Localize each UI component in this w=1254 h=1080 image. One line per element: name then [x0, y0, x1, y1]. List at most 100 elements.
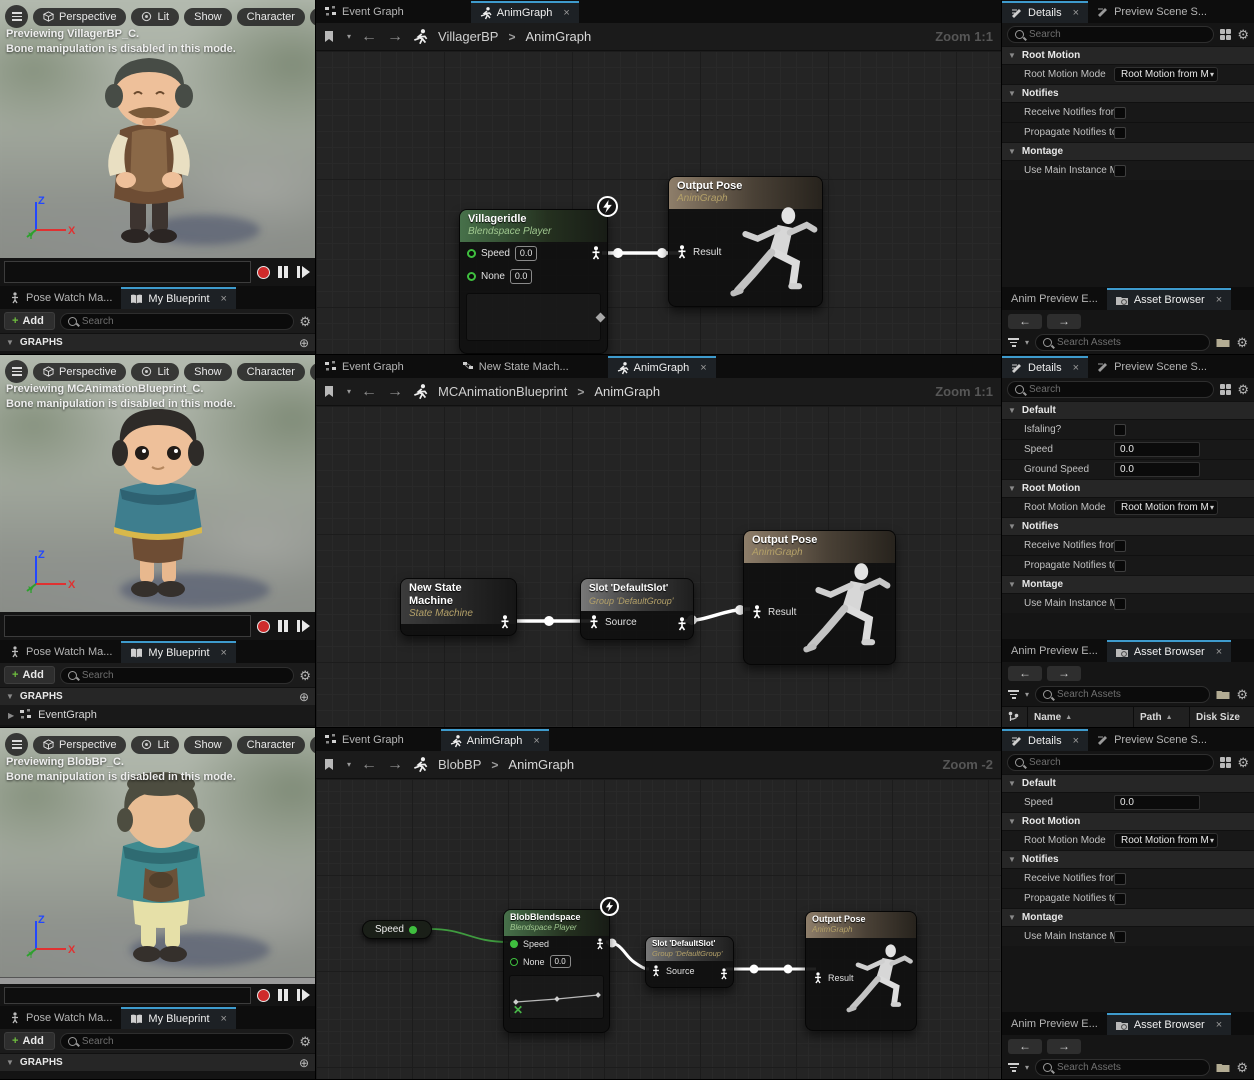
show-button[interactable]: Show [184, 736, 232, 754]
expand-icon[interactable]: ▶ [8, 711, 14, 720]
output-pose-node[interactable]: Output Pose AnimGraph Result [805, 911, 917, 1031]
tab-asset-browser[interactable]: Asset Browser × [1107, 288, 1231, 310]
blendspace-node[interactable]: Villageridle Blendspace Player Speed 0.0… [459, 209, 608, 354]
pin-none[interactable]: None 0.0 [460, 265, 607, 288]
blendspace-preview[interactable]: ✕ [509, 975, 604, 1019]
breadcrumb-root[interactable]: BlobBP [438, 757, 481, 772]
viewport-mc[interactable]: Perspective Lit Show Character LOD Auto … [0, 355, 315, 612]
tab-preview-scene[interactable]: Preview Scene S... [1088, 729, 1216, 751]
asset-search[interactable] [1035, 1059, 1210, 1076]
history-forward-button[interactable]: → [1047, 314, 1081, 329]
speed-variable-node[interactable]: Speed [362, 920, 432, 939]
timeline-track[interactable] [4, 261, 251, 283]
asset-search[interactable] [1035, 334, 1210, 351]
details-search[interactable] [1007, 754, 1214, 771]
use-main-instance-checkbox[interactable] [1114, 598, 1126, 610]
close-icon[interactable]: × [1216, 294, 1222, 306]
pose-input-pin-icon[interactable] [751, 605, 763, 619]
add-graph-icon[interactable]: ⊕ [299, 690, 309, 704]
tab-event-graph[interactable]: Event Graph [316, 729, 413, 751]
blueprint-search[interactable] [60, 667, 295, 684]
nav-back-icon[interactable]: ← [361, 28, 377, 46]
show-button[interactable]: Show [184, 363, 232, 381]
bookmark-icon[interactable] [324, 30, 337, 44]
add-button[interactable]: +Add [4, 666, 55, 684]
lit-button[interactable]: Lit [131, 736, 179, 754]
character-button[interactable]: Character [237, 8, 305, 26]
nav-back-icon[interactable]: ← [361, 756, 377, 774]
pose-output-pin-icon[interactable] [719, 968, 729, 980]
tab-pose-watch[interactable]: Pose Watch Ma... [0, 1007, 121, 1029]
receive-notifies-checkbox[interactable] [1114, 107, 1126, 119]
breadcrumb-leaf[interactable]: AnimGraph [526, 29, 592, 44]
tab-my-blueprint[interactable]: My Blueprint × [121, 287, 236, 309]
display-filter-icon[interactable] [1220, 384, 1232, 396]
tab-animgraph[interactable]: AnimGraph × [471, 1, 579, 23]
viewport-menu-icon[interactable] [5, 360, 28, 383]
green-pin-icon[interactable] [510, 940, 518, 948]
root-motion-mode-dropdown[interactable]: Root Motion from Montages▾ [1114, 833, 1218, 848]
pause-button[interactable] [275, 987, 291, 1003]
bookmark-icon[interactable] [324, 385, 337, 399]
blueprint-search[interactable] [60, 313, 295, 330]
receive-notifies-checkbox[interactable] [1114, 540, 1126, 552]
details-search-input[interactable] [1029, 757, 1206, 768]
section-default[interactable]: ▼Default [1002, 774, 1254, 792]
history-forward-button[interactable]: → [1047, 1039, 1081, 1054]
tab-details[interactable]: Details × [1002, 729, 1088, 751]
receive-notifies-checkbox[interactable] [1114, 873, 1126, 885]
viewport-villager[interactable]: Perspective Lit Show Character LOD Auto … [0, 0, 315, 258]
close-icon[interactable]: × [1073, 362, 1079, 374]
step-forward-button[interactable] [295, 264, 311, 280]
propagate-notifies-checkbox[interactable] [1114, 893, 1126, 905]
section-root-motion[interactable]: ▼Root Motion [1002, 46, 1254, 64]
pose-output-pin-icon[interactable] [499, 615, 511, 629]
state-machine-node[interactable]: New State Machine State Machine [400, 578, 517, 636]
section-root-motion[interactable]: ▼Root Motion [1002, 812, 1254, 830]
character-button[interactable]: Character [237, 736, 305, 754]
root-motion-mode-dropdown[interactable]: Root Motion from Montages▾ [1114, 500, 1218, 515]
history-back-button[interactable]: ← [1008, 666, 1042, 681]
nav-forward-icon[interactable]: → [387, 28, 403, 46]
settings-gear-icon[interactable]: ⚙ [299, 669, 311, 682]
add-button[interactable]: +Add [4, 312, 55, 330]
pose-output-pin-icon[interactable] [590, 246, 602, 260]
collapse-icon[interactable]: ▼ [6, 338, 14, 347]
timeline-track[interactable] [4, 615, 251, 637]
close-icon[interactable]: × [700, 362, 706, 374]
close-icon[interactable]: × [1073, 7, 1079, 19]
none-value[interactable]: 0.0 [550, 955, 571, 968]
perspective-button[interactable]: Perspective [33, 8, 126, 26]
filter-icon[interactable] [1008, 338, 1019, 347]
speed-field[interactable]: 0.0 [1114, 442, 1200, 457]
green-pin-icon[interactable] [409, 926, 417, 934]
asset-gear-icon[interactable]: ⚙ [1236, 1061, 1248, 1074]
section-montage[interactable]: ▼Montage [1002, 575, 1254, 593]
tab-new-state-machine[interactable]: New State Mach... [453, 356, 578, 378]
pose-output-pin-icon[interactable] [595, 938, 605, 950]
display-filter-icon[interactable] [1220, 29, 1232, 41]
close-icon[interactable]: × [221, 647, 227, 659]
section-default[interactable]: ▼Default [1002, 401, 1254, 419]
tab-anim-preview-editor[interactable]: Anim Preview E... [1002, 1013, 1107, 1035]
section-notifies[interactable]: ▼Notifies [1002, 84, 1254, 102]
perspective-button[interactable]: Perspective [33, 736, 126, 754]
root-motion-mode-dropdown[interactable]: Root Motion from Montages▾ [1114, 67, 1218, 82]
settings-gear-icon[interactable]: ⚙ [299, 315, 311, 328]
add-graph-icon[interactable]: ⊕ [299, 336, 309, 350]
slot-node[interactable]: Slot 'DefaultSlot' Group 'DefaultGroup' … [645, 936, 734, 988]
viewport-menu-icon[interactable] [5, 733, 28, 756]
tab-asset-browser[interactable]: Asset Browser × [1107, 1013, 1231, 1035]
pause-button[interactable] [275, 618, 291, 634]
add-graph-icon[interactable]: ⊕ [299, 1056, 309, 1070]
section-notifies[interactable]: ▼Notifies [1002, 850, 1254, 868]
sample-diamond-icon[interactable] [596, 313, 606, 323]
search-input[interactable] [82, 670, 287, 681]
graphs-section-header[interactable]: ▼ GRAPHS ⊕ [0, 687, 315, 705]
isfaling-checkbox[interactable] [1114, 424, 1126, 436]
record-button[interactable] [255, 264, 271, 280]
section-montage[interactable]: ▼Montage [1002, 908, 1254, 926]
tab-details[interactable]: Details × [1002, 356, 1088, 378]
speed-value[interactable]: 0.0 [515, 246, 538, 261]
settings-gear-icon[interactable]: ⚙ [299, 1035, 311, 1048]
